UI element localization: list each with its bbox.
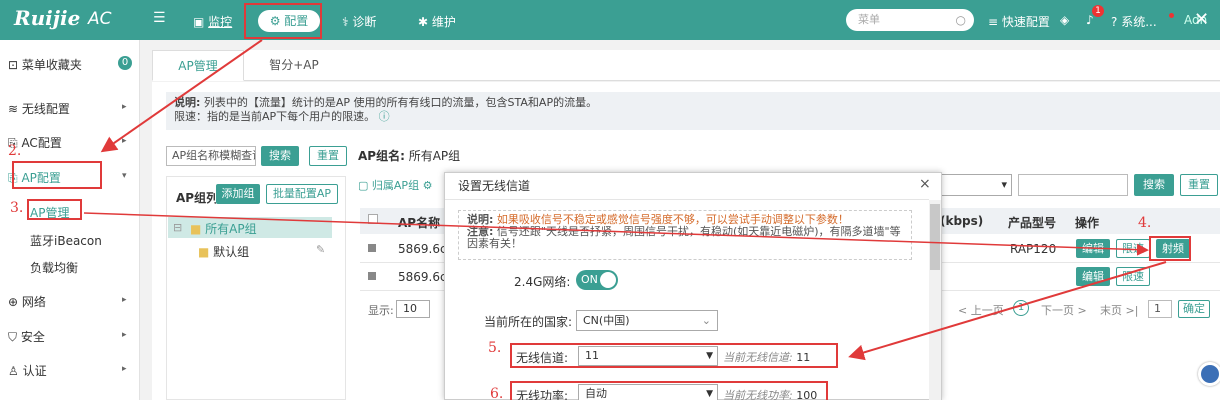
arrow-rf-to-channel: [848, 261, 1167, 361]
arrow-ap-manage-to-rf: [83, 212, 1149, 256]
arrow-config-to-ap: [100, 39, 263, 153]
annotation-arrows: [83, 39, 1167, 361]
